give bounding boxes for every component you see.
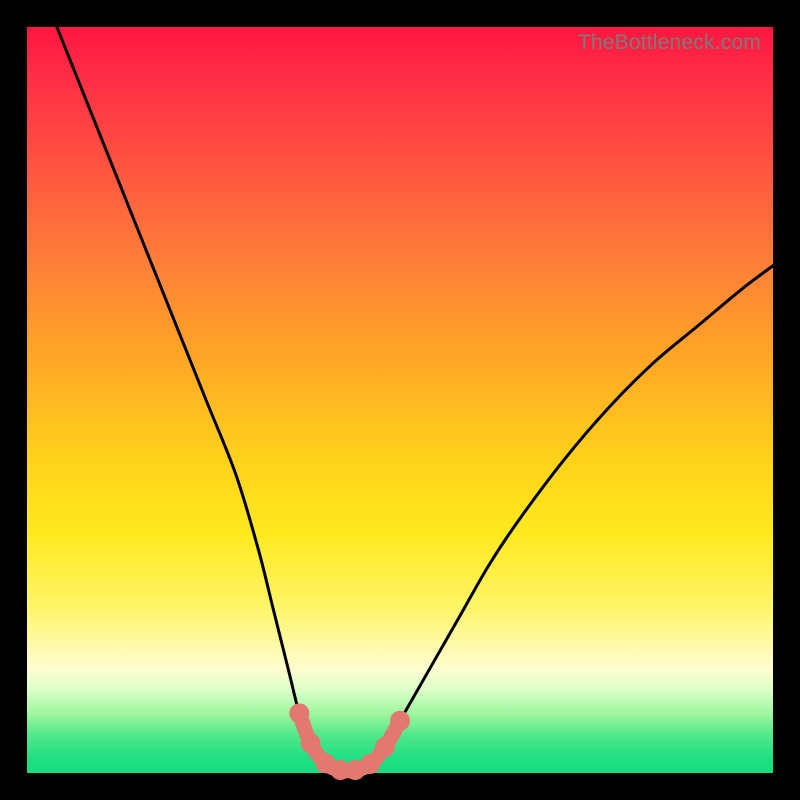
curve-layer: [27, 27, 773, 773]
sweet-spot-marker: [390, 711, 410, 731]
sweet-spot-marker: [289, 703, 309, 723]
bottleneck-curve-path: [57, 27, 773, 771]
sweet-spot-marker: [360, 754, 380, 774]
plot-area: TheBottleneck.com: [27, 27, 773, 773]
sweet-spot-markers: [289, 703, 410, 780]
sweet-spot-marker: [300, 733, 320, 753]
sweet-spot-marker: [375, 737, 395, 757]
chart-frame: TheBottleneck.com: [0, 0, 800, 800]
